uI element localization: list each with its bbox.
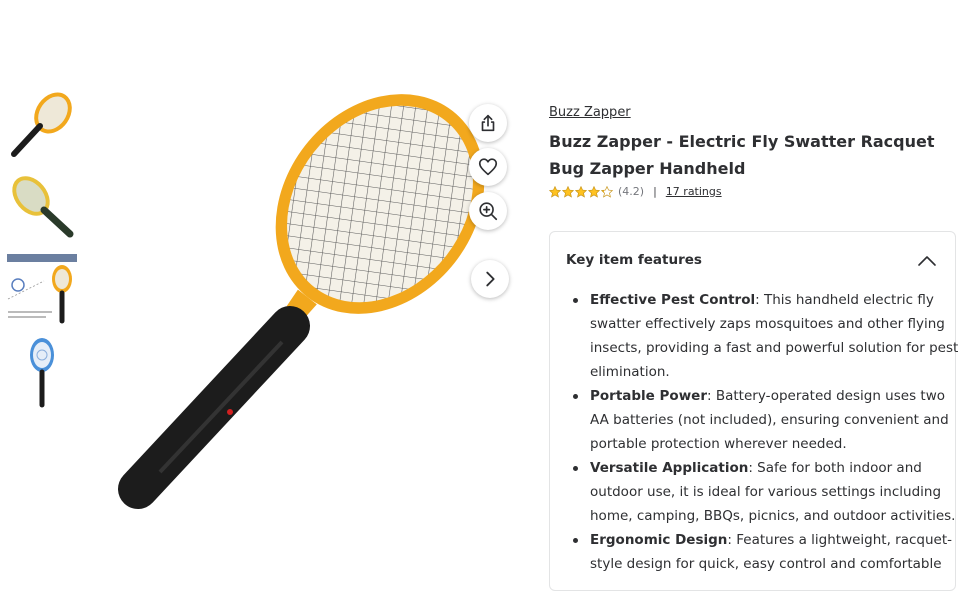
feature-item: Versatile Application: Safe for both ind… [573, 456, 962, 528]
feature-name: Ergonomic Design [590, 532, 728, 548]
star-icon [588, 185, 600, 198]
favorite-button[interactable] [469, 148, 507, 186]
rating-separator: | [653, 185, 657, 198]
key-features-title: Key item features [566, 252, 702, 268]
key-features-header[interactable]: Key item features [550, 232, 955, 290]
star-icon [601, 185, 613, 198]
product-main-image [100, 84, 520, 524]
feature-item: Ergonomic Design: Features a lightweight… [573, 528, 962, 576]
chevron-right-icon [479, 268, 501, 290]
star-icon [562, 185, 574, 198]
thumbnail-2[interactable] [4, 168, 80, 244]
zoom-in-icon [477, 200, 499, 222]
star-icon [549, 185, 561, 198]
feature-name: Effective Pest Control [590, 292, 756, 308]
share-button[interactable] [469, 104, 507, 142]
ratings-count-link[interactable]: 17 ratings [666, 185, 722, 198]
thumbnail-1[interactable] [4, 84, 80, 160]
zoom-button[interactable] [469, 192, 507, 230]
share-icon [477, 112, 499, 134]
rating-value: (4.2) [618, 185, 645, 198]
brand-link[interactable]: Buzz Zapper [549, 105, 631, 120]
chevron-up-icon[interactable] [917, 251, 937, 271]
feature-item: Effective Pest Control: This handheld el… [573, 288, 962, 384]
star-icon [575, 185, 587, 198]
next-image-button[interactable] [471, 260, 509, 298]
heart-icon [477, 156, 499, 178]
key-features-panel: Key item features Effective Pest Control… [549, 231, 958, 591]
feature-name: Portable Power [590, 388, 707, 404]
features-list: Effective Pest Control: This handheld el… [566, 288, 962, 576]
feature-item: Portable Power: Battery-operated design … [573, 384, 962, 456]
thumbnail-3[interactable] [4, 251, 80, 327]
thumbnail-4[interactable] [4, 335, 80, 411]
rating-row: (4.2) | 17 ratings [549, 185, 722, 198]
feature-name: Versatile Application [590, 460, 749, 476]
star-rating [549, 185, 613, 198]
product-title: Buzz Zapper - Electric Fly Swatter Racqu… [549, 132, 935, 178]
